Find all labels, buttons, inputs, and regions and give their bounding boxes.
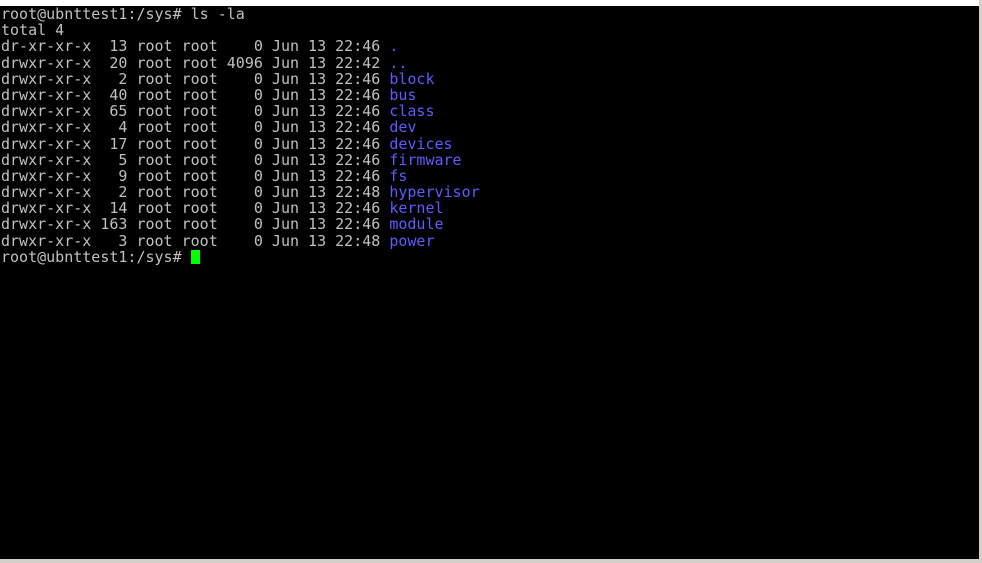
- listing-row: drwxr-xr-x 3 root root 0 Jun 13 22:48 po…: [1, 233, 979, 249]
- current-prompt-line[interactable]: root@ubnttest1:/sys#: [1, 249, 979, 265]
- listing-row: drwxr-xr-x 4 root root 0 Jun 13 22:46 de…: [1, 119, 979, 135]
- entry-name: power: [389, 231, 435, 250]
- listing-row: drwxr-xr-x 40 root root 0 Jun 13 22:46 b…: [1, 87, 979, 103]
- listing-row: dr-xr-xr-x 13 root root 0 Jun 13 22:46 .: [1, 38, 979, 54]
- listing-row: drwxr-xr-x 9 root root 0 Jun 13 22:46 fs: [1, 168, 979, 184]
- command-text: ls -la: [190, 6, 245, 23]
- listing-row: drwxr-xr-x 2 root root 0 Jun 13 22:48 hy…: [1, 184, 979, 200]
- listing-row: drwxr-xr-x 163 root root 0 Jun 13 22:46 …: [1, 216, 979, 232]
- listing-row: drwxr-xr-x 5 root root 0 Jun 13 22:46 fi…: [1, 152, 979, 168]
- prompt: root@ubnttest1:/sys#: [1, 247, 191, 266]
- listing-row: drwxr-xr-x 17 root root 0 Jun 13 22:46 d…: [1, 135, 979, 152]
- terminal-window: root@ubnttest1:/sys# ls -la total 4 dr-x…: [0, 0, 982, 563]
- cursor-block: [190, 249, 200, 264]
- listing-row: drwxr-xr-x 14 root root 0 Jun 13 22:46 k…: [1, 200, 979, 216]
- listing-row: drwxr-xr-x 65 root root 0 Jun 13 22:46 c…: [1, 103, 979, 119]
- total-line: total 4: [1, 21, 65, 40]
- terminal-screen[interactable]: root@ubnttest1:/sys# ls -la total 4 dr-x…: [0, 6, 979, 559]
- listing-row: drwxr-xr-x 20 root root 4096 Jun 13 22:4…: [1, 54, 979, 71]
- command-line: root@ubnttest1:/sys# ls -la: [1, 6, 979, 22]
- listing-row: drwxr-xr-x 2 root root 0 Jun 13 22:46 bl…: [1, 71, 979, 87]
- window-border-bottom: [0, 559, 982, 563]
